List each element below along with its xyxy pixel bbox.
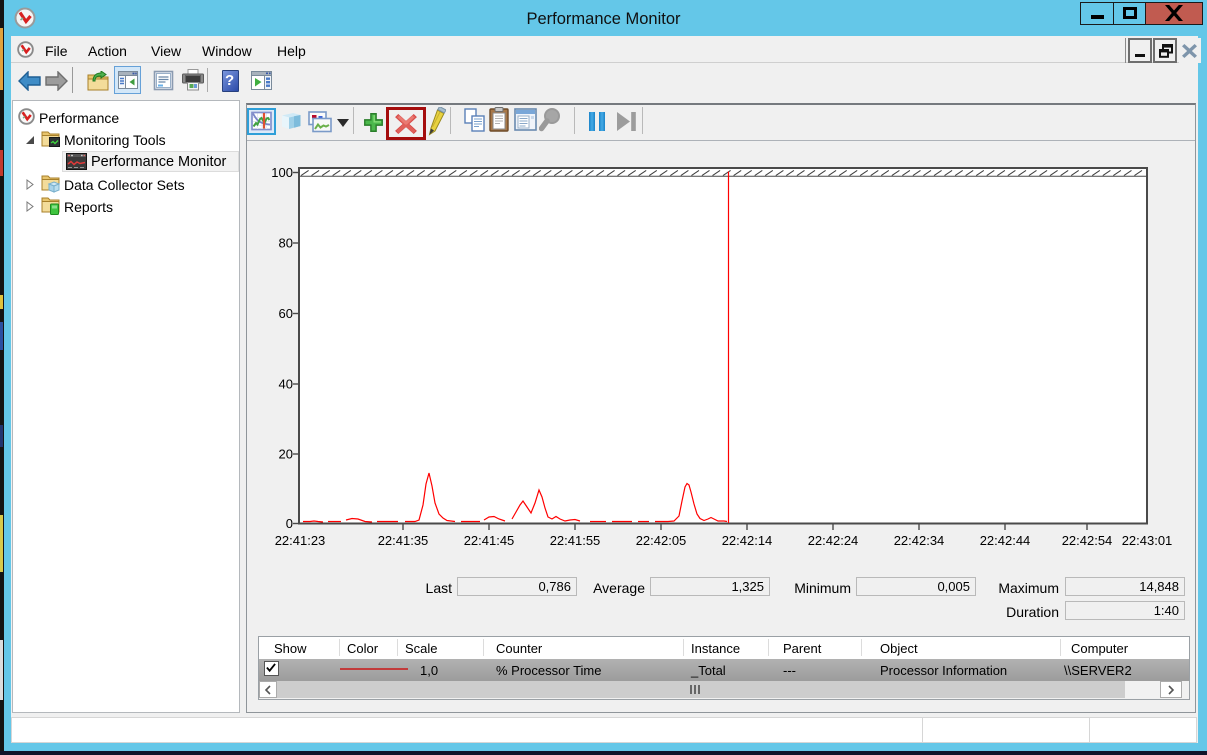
svg-text:40: 40 bbox=[279, 377, 293, 392]
svg-text:22:41:23: 22:41:23 bbox=[275, 533, 326, 548]
svg-text:22:42:14: 22:42:14 bbox=[722, 533, 773, 548]
svg-text:22:42:05: 22:42:05 bbox=[636, 533, 687, 548]
svg-text:22:42:54: 22:42:54 bbox=[1062, 533, 1113, 548]
svg-text:80: 80 bbox=[279, 236, 293, 251]
svg-text:22:42:44: 22:42:44 bbox=[980, 533, 1031, 548]
svg-text:22:43:01: 22:43:01 bbox=[1122, 533, 1173, 548]
svg-text:22:42:24: 22:42:24 bbox=[808, 533, 859, 548]
svg-text:60: 60 bbox=[279, 306, 293, 321]
svg-text:0: 0 bbox=[286, 516, 293, 531]
svg-text:22:41:55: 22:41:55 bbox=[550, 533, 601, 548]
svg-text:20: 20 bbox=[279, 447, 293, 462]
svg-text:100: 100 bbox=[271, 165, 293, 180]
svg-text:22:41:45: 22:41:45 bbox=[464, 533, 515, 548]
svg-text:22:41:35: 22:41:35 bbox=[378, 533, 429, 548]
svg-text:22:42:34: 22:42:34 bbox=[894, 533, 945, 548]
